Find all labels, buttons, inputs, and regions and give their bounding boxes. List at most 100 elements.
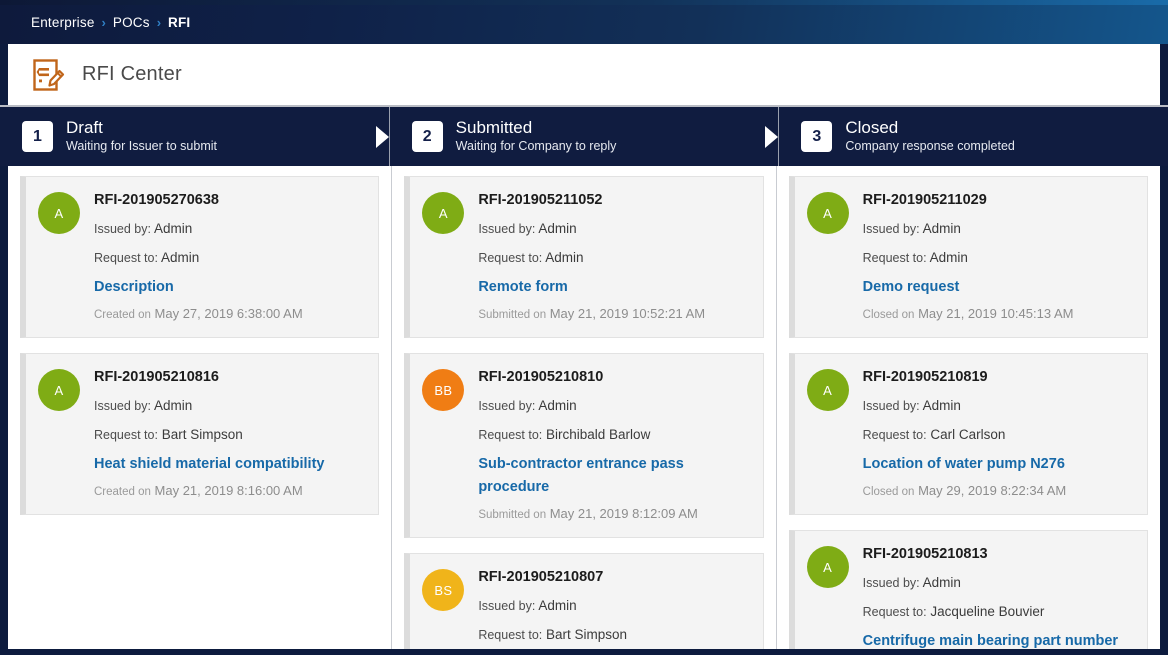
rfi-id: RFI-201905210813 [863, 544, 1133, 565]
rfi-card[interactable]: ARFI-201905211029Issued by: AdminRequest… [789, 176, 1148, 338]
issued-by: Issued by: Admin [863, 218, 1133, 240]
rfi-card[interactable]: BBRFI-201905210810Issued by: AdminReques… [404, 353, 763, 538]
rfi-timestamp-label: Created on [94, 486, 151, 498]
rfi-timestamp-value: May 21, 2019 10:52:21 AM [546, 306, 705, 321]
rfi-subject-link[interactable]: Centrifuge main bearing part number [863, 630, 1133, 649]
stage-arrow-icon [765, 126, 778, 148]
request-to-label: Request to: [863, 251, 927, 265]
page-title: RFI Center [82, 63, 182, 86]
issued-by-label: Issued by: [94, 399, 151, 413]
breadcrumb-item-rfi[interactable]: RFI [168, 15, 190, 30]
breadcrumb-item-enterprise[interactable]: Enterprise [31, 15, 95, 30]
issued-by-value: Admin [151, 398, 192, 413]
issued-by-label: Issued by: [478, 222, 535, 236]
rfi-timestamp-label: Submitted on [478, 509, 546, 521]
issued-by-label: Issued by: [863, 222, 920, 236]
rfi-subject-link[interactable]: Location of water pump N276 [863, 453, 1133, 476]
rfi-subject-link[interactable]: Sub-contractor entrance pass procedure [478, 453, 748, 499]
request-to-label: Request to: [94, 251, 158, 265]
issued-by-value: Admin [535, 398, 576, 413]
request-to-value: Admin [158, 250, 199, 265]
avatar: A [38, 192, 80, 234]
rfi-timestamp: Created on May 27, 2019 6:38:00 AM [94, 304, 364, 325]
rfi-id: RFI-201905270638 [94, 190, 364, 211]
request-to-label: Request to: [863, 605, 927, 619]
rfi-id: RFI-201905211052 [478, 190, 748, 211]
issued-by: Issued by: Admin [94, 395, 364, 417]
stage-header-draft[interactable]: 1 Draft Waiting for Issuer to submit [0, 107, 389, 166]
request-to-label: Request to: [478, 628, 542, 642]
rfi-timestamp-value: May 21, 2019 8:16:00 AM [151, 483, 303, 498]
rfi-timestamp-value: May 27, 2019 6:38:00 AM [151, 306, 303, 321]
request-to-value: Jacqueline Bouvier [927, 604, 1045, 619]
breadcrumb-item-pocs[interactable]: POCs [113, 15, 150, 30]
rfi-board: ARFI-201905270638Issued by: AdminRequest… [0, 166, 1168, 655]
rfi-card[interactable]: A RFI-201905210813 Issued by: Admin Request… [789, 530, 1148, 649]
rfi-id: RFI-201905210819 [863, 367, 1133, 388]
rfi-id: RFI-201905210816 [94, 367, 364, 388]
stage-title: Draft [66, 118, 217, 138]
stage-header-submitted[interactable]: 2 Submitted Waiting for Company to reply [389, 107, 779, 166]
avatar: BS [422, 569, 464, 611]
stage-subtitle: Waiting for Company to reply [456, 138, 617, 155]
breadcrumb-bar: Enterprise › POCs › RFI [0, 0, 1168, 44]
request-to-value: Bart Simpson [158, 427, 243, 442]
stage-header-closed[interactable]: 3 Closed Company response completed [778, 107, 1168, 166]
request-to-label: Request to: [94, 428, 158, 442]
rfi-card[interactable]: ARFI-201905270638Issued by: AdminRequest… [20, 176, 379, 338]
request-to-value: Bart Simpson [542, 627, 627, 642]
issued-by-label: Issued by: [94, 222, 151, 236]
issued-by-label: Issued by: [863, 576, 920, 590]
rfi-card[interactable]: ARFI-201905210819Issued by: AdminRequest… [789, 353, 1148, 515]
rfi-subject-link[interactable]: Heat shield material compatibility [94, 453, 364, 476]
avatar: A [38, 369, 80, 411]
stage-number-badge: 2 [412, 121, 443, 152]
request-to-value: Admin [927, 250, 968, 265]
breadcrumb-separator-icon: › [102, 16, 106, 29]
stage-number-badge: 3 [801, 121, 832, 152]
request-to-value: Birchibald Barlow [542, 427, 650, 442]
stage-title: Submitted [456, 118, 617, 138]
column-closed: ARFI-201905211029Issued by: AdminRequest… [776, 166, 1160, 649]
rfi-subject-link[interactable]: Remote form [478, 276, 748, 299]
request-to: Request to: Admin [478, 247, 748, 269]
avatar: A [422, 192, 464, 234]
issued-by-value: Admin [535, 598, 576, 613]
issued-by: Issued by: Admin [478, 218, 748, 240]
rfi-timestamp-label: Submitted on [478, 309, 546, 321]
rfi-card[interactable]: A RFI-201905210816 Issued by: Admin Request… [20, 353, 379, 515]
request-to-label: Request to: [863, 428, 927, 442]
rfi-card[interactable]: BSRFI-201905210807Issued by: AdminReques… [404, 553, 763, 649]
stage-subtitle: Waiting for Issuer to submit [66, 138, 217, 155]
stage-number-badge: 1 [22, 121, 53, 152]
rfi-subject-link[interactable]: Demo request [863, 276, 1133, 299]
rfi-timestamp: Submitted on May 21, 2019 10:52:21 AM [478, 304, 748, 325]
rfi-subject-link[interactable]: Description [94, 276, 364, 299]
issued-by-value: Admin [535, 221, 576, 236]
request-to: Request to: Bart Simpson [478, 624, 748, 646]
rfi-timestamp-value: May 21, 2019 10:45:13 AM [914, 306, 1073, 321]
breadcrumb-separator-icon: › [157, 16, 161, 29]
request-to: Request to: Carl Carlson [863, 424, 1133, 446]
stage-arrow-icon [376, 126, 389, 148]
issued-by: Issued by: Admin [863, 395, 1133, 417]
rfi-timestamp: Closed on May 29, 2019 8:22:34 AM [863, 481, 1133, 502]
rfi-timestamp-label: Closed on [863, 309, 915, 321]
avatar: BB [422, 369, 464, 411]
column-draft: ARFI-201905270638Issued by: AdminRequest… [8, 166, 391, 649]
request-to-label: Request to: [478, 251, 542, 265]
request-to: Request to: Admin [94, 247, 364, 269]
rfi-timestamp: Closed on May 21, 2019 10:45:13 AM [863, 304, 1133, 325]
rfi-id: RFI-201905210807 [478, 567, 748, 588]
issued-by: Issued by: Admin [863, 572, 1133, 594]
issued-by: Issued by: Admin [94, 218, 364, 240]
rfi-id: RFI-201905210810 [478, 367, 748, 388]
request-to: Request to: Bart Simpson [94, 424, 364, 446]
issued-by-label: Issued by: [863, 399, 920, 413]
avatar: A [807, 546, 849, 588]
rfi-card[interactable]: A RFI-201905211052 Issued by: Admin Request… [404, 176, 763, 338]
issued-by-value: Admin [920, 398, 961, 413]
rfi-timestamp: Submitted on May 21, 2019 8:12:09 AM [478, 504, 748, 525]
request-to-label: Request to: [478, 428, 542, 442]
request-to-value: Carl Carlson [927, 427, 1006, 442]
